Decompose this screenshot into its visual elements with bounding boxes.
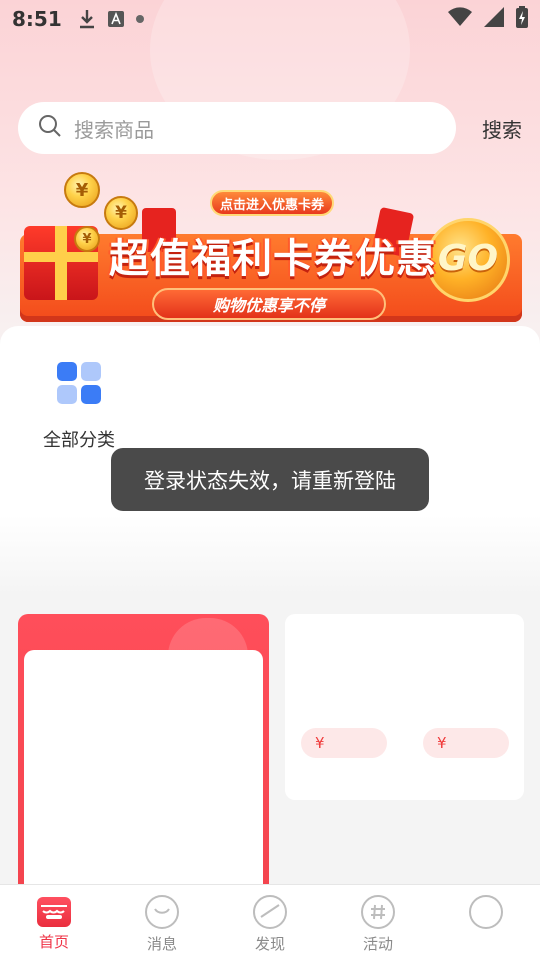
profile-icon	[469, 895, 503, 929]
battery-charging-icon	[516, 6, 528, 32]
nav-label: 发现	[254, 935, 285, 953]
nav-item-profile[interactable]	[432, 885, 540, 960]
dot-icon	[135, 15, 144, 23]
banner-tag: 点击进入优惠卡券	[210, 190, 334, 216]
search-bar: 搜索商品 搜索	[18, 102, 522, 154]
nav-item-home[interactable]: 首页	[0, 885, 108, 960]
nav-item-activity[interactable]: 活动	[324, 885, 432, 960]
promo-card[interactable]	[18, 614, 269, 920]
signal-icon	[484, 7, 504, 31]
coin-icon: ¥	[104, 196, 138, 230]
nav-label: 消息	[146, 935, 177, 953]
nav-item-messages[interactable]: 消息	[108, 885, 216, 960]
category-all[interactable]: 全部分类	[38, 360, 120, 452]
promo-card-content	[24, 650, 263, 920]
status-bar: 8:51	[0, 0, 540, 38]
grid-icon	[57, 362, 101, 404]
download-icon	[78, 9, 96, 29]
category-label: 全部分类	[43, 430, 115, 451]
coin-icon: ¥	[74, 226, 100, 252]
banner-title: 超值福利卡券优惠	[109, 236, 437, 282]
nav-label: 活动	[362, 935, 393, 953]
status-time: 8:51	[12, 7, 62, 31]
a-badge-icon	[107, 11, 124, 27]
nav-item-discover[interactable]: 发现	[216, 885, 324, 960]
hashtag-icon	[361, 895, 395, 929]
bottom-nav: 首页 消息 发现 活动	[0, 884, 540, 960]
price-tag[interactable]: ¥	[301, 728, 387, 758]
wifi-icon	[448, 7, 472, 31]
search-button[interactable]: 搜索	[482, 114, 522, 143]
price-tag[interactable]: ¥	[423, 728, 509, 758]
nav-label: 首页	[38, 933, 69, 951]
banner-subtitle: 购物优惠享不停	[152, 288, 386, 320]
search-input[interactable]: 搜索商品	[18, 102, 456, 154]
promo-banner[interactable]: ¥ ¥ ¥ 点击进入优惠卡券 GO 超值福利卡券优惠 购物优惠享不停	[20, 172, 522, 324]
product-card[interactable]: ¥ ¥	[285, 614, 524, 800]
shop-icon	[37, 897, 71, 927]
coin-icon: ¥	[64, 172, 100, 208]
search-icon	[38, 114, 62, 142]
search-placeholder: 搜索商品	[74, 117, 154, 142]
chat-icon	[145, 895, 179, 929]
toast-message: 登录状态失效，请重新登陆	[111, 448, 429, 511]
planet-icon	[253, 895, 287, 929]
